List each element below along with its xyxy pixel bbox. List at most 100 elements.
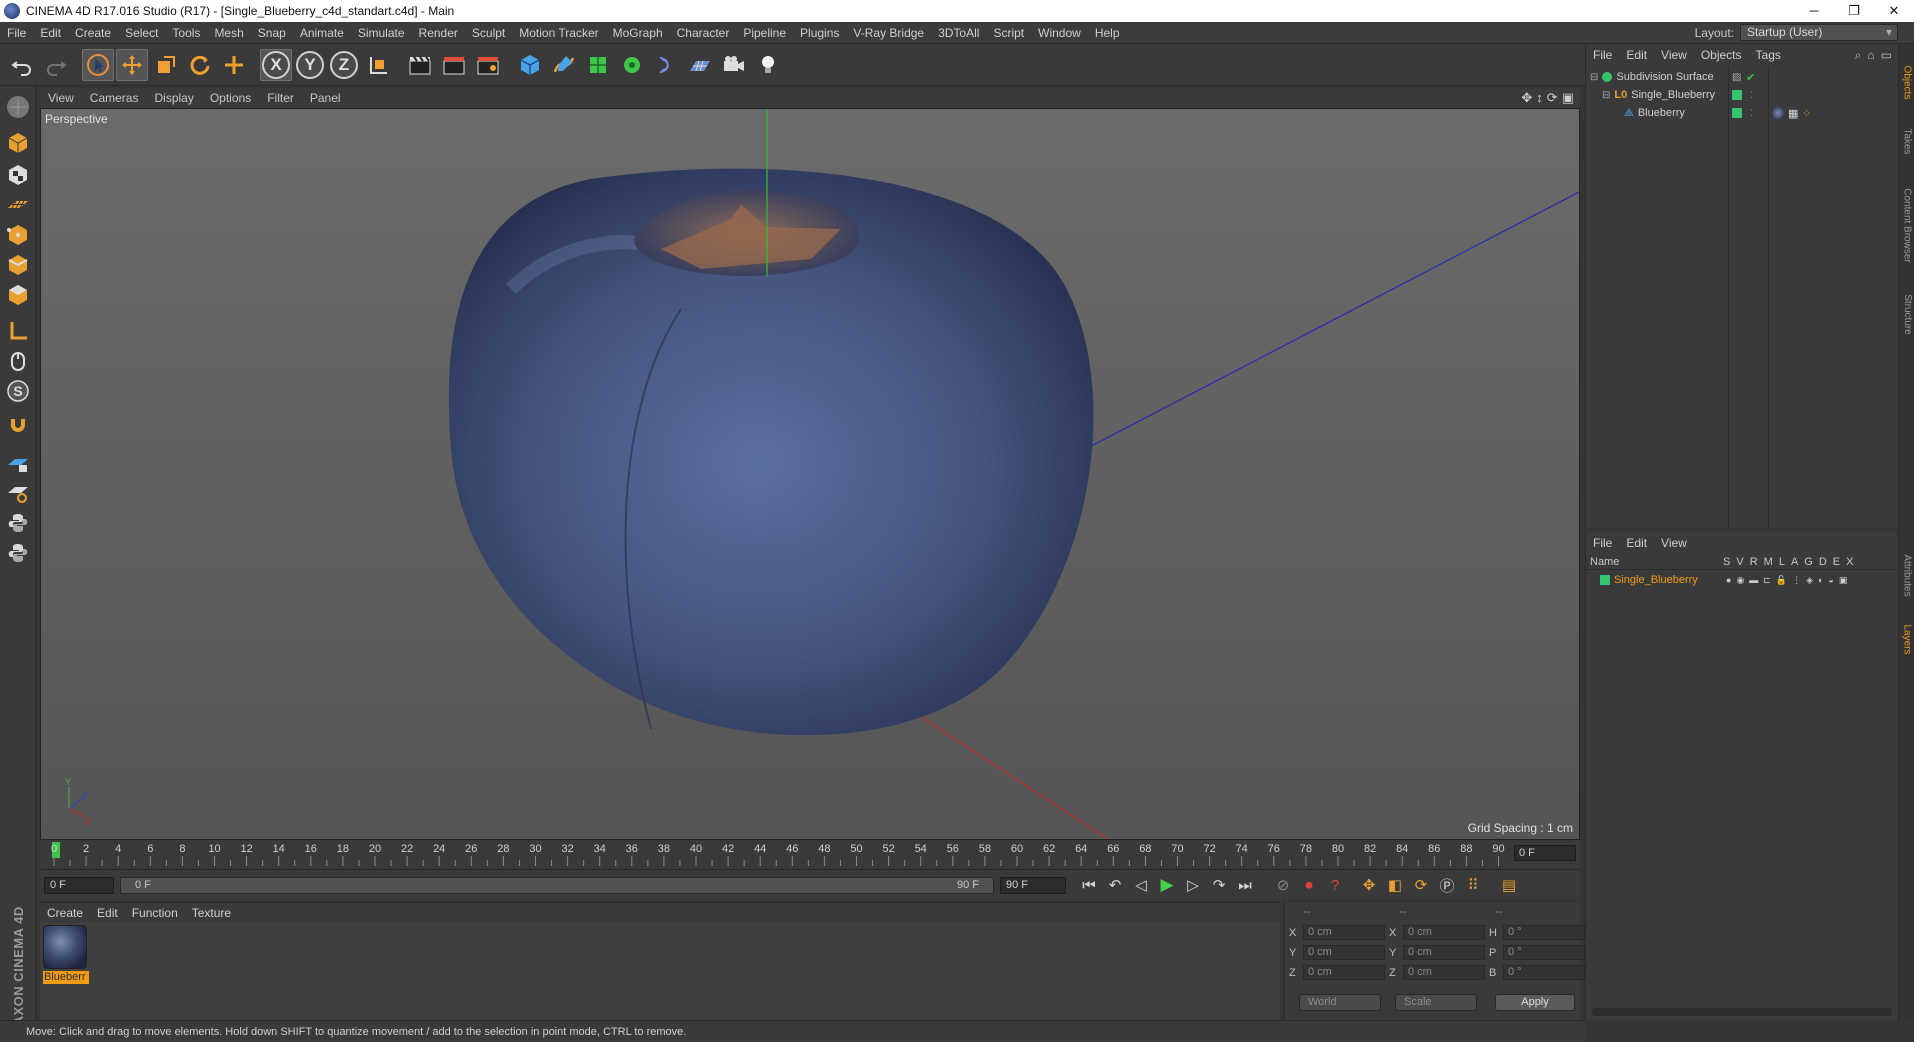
dolly-view-icon[interactable]: ↕ [1536, 90, 1543, 106]
size-z-field[interactable]: 0 cm [1403, 965, 1485, 980]
animation-icon[interactable]: ⋮ [1792, 575, 1801, 586]
checker-tag-icon[interactable]: ▦ [1788, 107, 1798, 120]
object-menu-edit[interactable]: Edit [1619, 48, 1654, 62]
python-console-button[interactable] [3, 538, 33, 568]
layer-menu-view[interactable]: View [1654, 536, 1694, 550]
transform-tool-button[interactable] [218, 49, 250, 81]
material-menu-create[interactable]: Create [40, 906, 90, 920]
layer-menu-edit[interactable]: Edit [1619, 536, 1654, 550]
coordinate-space-dropdown[interactable]: World [1299, 994, 1381, 1011]
play-button[interactable]: ▶ [1154, 872, 1180, 898]
material-menu-edit[interactable]: Edit [90, 906, 125, 920]
snapping-button[interactable]: S [3, 376, 33, 406]
layer-toggle-icon[interactable]: ▨ [1732, 72, 1741, 83]
close-button[interactable]: ✕ [1874, 0, 1914, 22]
polygons-mode-button[interactable] [3, 280, 33, 310]
live-selection-button[interactable] [82, 48, 114, 81]
menu-animate[interactable]: Animate [293, 26, 351, 40]
planar-workplane-button[interactable] [3, 478, 33, 508]
manager-icon[interactable]: ⊏ [1763, 575, 1771, 586]
rot-b-field[interactable]: 0 ° [1503, 965, 1585, 980]
tab-structure[interactable]: Structure [1899, 284, 1914, 344]
pan-view-icon[interactable]: ✥ [1521, 90, 1532, 106]
add-spline-button[interactable] [548, 49, 580, 81]
material-swatch[interactable]: Blueberr [43, 925, 89, 984]
key-parameter-button[interactable]: Ⓟ [1434, 872, 1460, 898]
collapse-icon[interactable]: ⊟ [1590, 72, 1598, 83]
menu-simulate[interactable]: Simulate [351, 26, 412, 40]
add-deformer-button[interactable] [650, 49, 682, 81]
collapse-icon[interactable]: ⊟ [1602, 90, 1610, 101]
enable-snap-button[interactable] [3, 412, 33, 442]
xref-icon[interactable]: ▣ [1839, 575, 1848, 586]
layer-row[interactable]: Single_Blueberry ● ◉ ▬ ⊏ 🔓 ⋮ ◈ ◐ ◒ ▣ [1586, 572, 1899, 588]
viewport-menu-display[interactable]: Display [146, 91, 201, 105]
tab-content-browser[interactable]: Content Browser [1899, 170, 1914, 280]
previous-frame-button[interactable]: ◁ [1128, 872, 1154, 898]
perspective-viewport[interactable]: Perspective Y X Z Grid Spacing: 1 cm [40, 108, 1580, 840]
menu-mesh[interactable]: Mesh [207, 26, 250, 40]
rot-h-field[interactable]: 0 ° [1503, 925, 1585, 940]
timeline-ruler[interactable]: 0 2 4 6 8 10 12 14 16 18 20 22 24 26 28 30 32 34 36 38 40 42 4… [40, 840, 1580, 870]
menu-motion-tracker[interactable]: Motion Tracker [512, 26, 605, 40]
autokey-button[interactable]: ? [1322, 872, 1348, 898]
x-axis-lock-button[interactable]: X [260, 48, 292, 81]
layer-color-swatch[interactable] [1732, 90, 1742, 100]
layer-menu-file[interactable]: File [1586, 536, 1619, 550]
menu-create[interactable]: Create [68, 26, 118, 40]
size-x-field[interactable]: 0 cm [1403, 925, 1485, 940]
vertex-tag-icon[interactable]: ⁘ [1802, 107, 1811, 120]
home-icon[interactable]: ⌂ [1867, 48, 1874, 63]
object-menu-view[interactable]: View [1654, 48, 1694, 62]
layer-color-swatch[interactable] [1732, 108, 1742, 118]
rotate-view-icon[interactable]: ⟳ [1547, 90, 1558, 106]
object-menu-file[interactable]: File [1586, 48, 1619, 62]
texture-mode-button[interactable] [3, 160, 33, 190]
apply-button[interactable]: Apply [1495, 994, 1575, 1011]
menu-file[interactable]: File [0, 26, 33, 40]
size-y-field[interactable]: 0 cm [1403, 945, 1485, 960]
transform-mode-dropdown[interactable]: Scale [1395, 994, 1477, 1011]
menu-help[interactable]: Help [1088, 26, 1127, 40]
render-clapper-icon[interactable]: ▬ [1749, 575, 1758, 586]
make-editable-button[interactable] [3, 92, 33, 122]
object-row[interactable]: ⊟ L0 Single_Blueberry ⁚ [1586, 86, 1899, 104]
expression-icon[interactable]: ◒ [1828, 575, 1833, 586]
add-floor-button[interactable] [684, 49, 716, 81]
generator-icon[interactable]: ◈ [1806, 575, 1813, 586]
menu-mograph[interactable]: MoGraph [606, 26, 670, 40]
material-menu-function[interactable]: Function [125, 906, 185, 920]
coordinate-system-button[interactable] [362, 49, 394, 81]
object-row[interactable]: ⟁ Blueberry ⁚ ▦ ⁘ [1586, 104, 1899, 122]
minimize-button[interactable]: ─ [1794, 0, 1834, 22]
menu-plugins[interactable]: Plugins [793, 26, 846, 40]
rot-p-field[interactable]: 0 ° [1503, 945, 1585, 960]
menu-window[interactable]: Window [1031, 26, 1088, 40]
layer-flag-toggles[interactable]: ● ◉ ▬ ⊏ 🔓 ⋮ ◈ ◐ ◒ ▣ [1726, 575, 1847, 586]
maximize-view-icon[interactable]: ▣ [1562, 90, 1574, 106]
pos-y-field[interactable]: 0 cm [1303, 945, 1385, 960]
timeline-layout-button[interactable]: ▤ [1496, 872, 1522, 898]
pos-z-field[interactable]: 0 cm [1303, 965, 1385, 980]
menu-edit[interactable]: Edit [33, 26, 68, 40]
next-key-button[interactable]: ↷ [1206, 872, 1232, 898]
z-axis-lock-button[interactable]: Z [328, 49, 360, 81]
pos-x-field[interactable]: 0 cm [1303, 925, 1385, 940]
tweak-mode-button[interactable] [3, 346, 33, 376]
viewport-menu-panel[interactable]: Panel [302, 91, 349, 105]
object-row[interactable]: ⊟ Subdivision Surface ▨ ✔ [1586, 68, 1899, 86]
solo-dot-icon[interactable]: ● [1726, 575, 1731, 586]
object-menu-objects[interactable]: Objects [1694, 48, 1749, 62]
viewport-menu-cameras[interactable]: Cameras [82, 91, 147, 105]
layer-horizontal-scrollbar[interactable] [1592, 1008, 1892, 1016]
tab-takes[interactable]: Takes [1899, 116, 1914, 166]
material-menu-texture[interactable]: Texture [185, 906, 238, 920]
y-axis-lock-button[interactable]: Y [294, 49, 326, 81]
model-mode-button[interactable] [3, 128, 33, 158]
workplane-mode-button[interactable] [3, 190, 33, 220]
maximize-button[interactable]: ❐ [1834, 0, 1874, 22]
layout-dropdown[interactable]: Startup (User) [1740, 24, 1898, 41]
deformer-icon[interactable]: ◐ [1818, 575, 1823, 586]
key-pla-button[interactable]: ⠿ [1460, 872, 1486, 898]
menu-select[interactable]: Select [118, 26, 165, 40]
